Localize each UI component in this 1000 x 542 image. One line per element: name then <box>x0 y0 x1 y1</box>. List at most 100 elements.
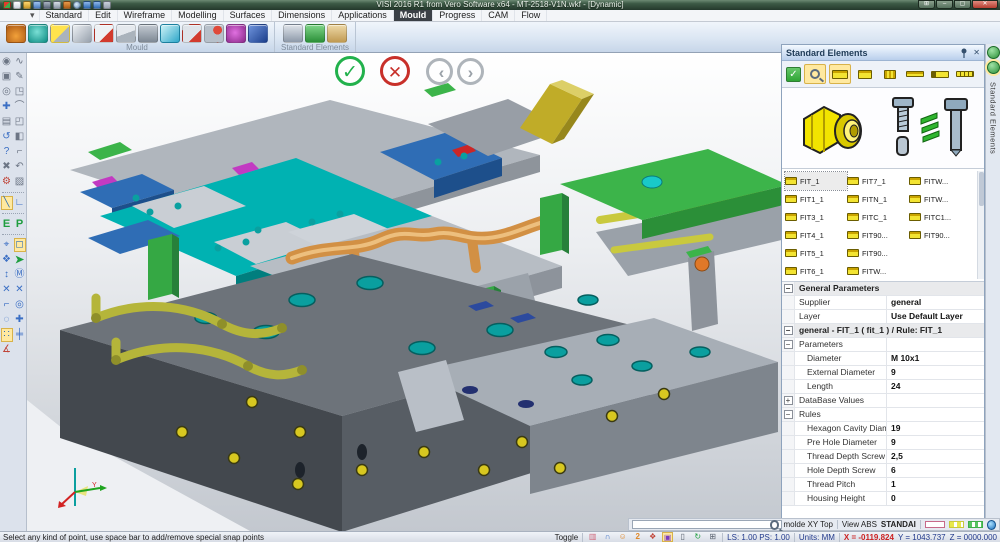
mould-cavity-icon[interactable] <box>28 24 48 43</box>
globe-icon[interactable] <box>987 520 996 530</box>
pin-tool-icon[interactable] <box>94 24 114 43</box>
property-value[interactable]: 0 <box>887 492 984 505</box>
property-row[interactable]: Thread Pitch1 <box>782 478 984 492</box>
rotate-view-icon[interactable]: ↻ <box>692 532 703 542</box>
menu-standard[interactable]: Standard <box>40 10 90 21</box>
grid-snap-icon[interactable]: ⊞ <box>707 532 718 542</box>
plot-icon[interactable] <box>63 1 71 9</box>
subsection-parameters[interactable]: −Parameters <box>782 338 984 352</box>
snap-pick-icon[interactable]: ➤ <box>14 253 26 267</box>
list-item[interactable]: FITW... <box>909 172 971 190</box>
screws-icon[interactable] <box>283 24 303 43</box>
quick-search-input[interactable] <box>632 520 782 529</box>
line-tool-icon[interactable]: ╲ <box>1 196 13 210</box>
qat-menu-icon[interactable] <box>103 1 111 9</box>
menu-wireframe[interactable]: Wireframe <box>118 10 173 21</box>
menu-applications[interactable]: Applications <box>332 10 394 21</box>
property-value[interactable]: 19 <box>887 422 984 435</box>
arc-tool-icon[interactable]: ⌒ <box>14 100 26 114</box>
snap-mode-icon[interactable]: ❖ <box>647 532 658 542</box>
property-value[interactable]: 9 <box>887 436 984 449</box>
runner-icon[interactable] <box>226 24 246 43</box>
list-item[interactable]: FIT1_1 <box>785 190 847 208</box>
hidden-line-swatch[interactable] <box>968 521 983 528</box>
property-row[interactable]: Pre Hole Diameter9 <box>782 436 984 450</box>
viewport-3d[interactable]: Y ✓ ✕ ‹ › <box>27 53 781 531</box>
screws-preview-image[interactable] <box>885 95 971 161</box>
snap-center-icon[interactable]: ◎ <box>14 298 26 312</box>
print-icon[interactable] <box>53 1 61 9</box>
bolt-pin-icon[interactable] <box>305 24 325 43</box>
section-rule[interactable]: −general - FIT_1 ( fit_1 ) / Rule: FIT_1 <box>782 324 984 338</box>
list-item[interactable]: FITC1... <box>909 208 971 226</box>
snap-angle-icon[interactable]: ∡ <box>1 343 13 357</box>
import-icon[interactable] <box>33 1 41 9</box>
refresh-icon[interactable]: ↺ <box>1 130 13 144</box>
list-item[interactable]: FIT6_1 <box>785 262 847 280</box>
snap-vertical-icon[interactable]: ↕ <box>1 268 13 282</box>
menu-modelling[interactable]: Modelling <box>172 10 224 21</box>
snap-mouse-icon[interactable]: ◻ <box>14 238 26 252</box>
property-row[interactable]: Length24 <box>782 380 984 394</box>
snap-align-icon[interactable]: ╪ <box>14 328 26 342</box>
zoom-previous-icon[interactable] <box>73 1 81 9</box>
ruler-icon[interactable]: ▯ <box>677 532 688 542</box>
property-row[interactable]: LayerUse Default Layer <box>782 310 984 324</box>
minimize-button[interactable]: – <box>936 0 953 9</box>
undo-icon[interactable] <box>83 1 91 9</box>
zoom-window-icon[interactable]: ◎ <box>1 85 13 99</box>
pin-icon[interactable] <box>960 48 968 58</box>
point-tool-icon[interactable]: P <box>14 217 26 231</box>
property-value[interactable]: M 10x1 <box>887 352 984 365</box>
fitting-plug-button[interactable] <box>929 64 951 84</box>
snap-points-icon[interactable]: ∷ <box>1 328 13 342</box>
curve-tool-icon[interactable]: ∿ <box>14 55 26 69</box>
settings-icon[interactable]: ⚙ <box>1 175 13 189</box>
user-snap-icon[interactable]: ☺ <box>617 532 628 542</box>
standard-label[interactable]: STANDAI <box>881 520 916 529</box>
apply-checkbox[interactable]: ✓ <box>786 67 801 82</box>
mould-base-icon[interactable] <box>6 24 26 43</box>
menu-dimensions[interactable]: Dimensions <box>272 10 332 21</box>
menu-cam[interactable]: CAM <box>482 10 515 21</box>
collapse-icon[interactable]: − <box>784 284 793 293</box>
snap-move-icon[interactable]: ❖ <box>1 253 13 267</box>
collapse-icon[interactable]: − <box>784 326 793 335</box>
snap-circle-icon[interactable]: ◌ <box>1 313 13 327</box>
property-row[interactable]: Housing Height0 <box>782 492 984 506</box>
list-item[interactable]: FITN_1 <box>847 190 909 208</box>
sketch-icon[interactable]: ✎ <box>14 70 26 84</box>
hand-screw-icon[interactable] <box>327 24 347 43</box>
property-row[interactable]: Hexagon Cavity Diameter19 <box>782 422 984 436</box>
list-item[interactable]: FIT4_1 <box>785 226 847 244</box>
collapse-icon[interactable]: − <box>784 410 793 419</box>
sprue-icon[interactable] <box>204 24 224 43</box>
fitting-extension-button[interactable] <box>954 64 976 84</box>
panel-close-icon[interactable]: ✕ <box>973 49 980 57</box>
section-general-parameters[interactable]: −General Parameters <box>782 282 984 296</box>
list-item[interactable]: FIT90... <box>847 244 909 262</box>
menu-progress[interactable]: Progress <box>433 10 482 21</box>
wire-box-icon[interactable] <box>160 24 180 43</box>
undo-list-icon[interactable]: ↶ <box>14 160 26 174</box>
magnet-icon[interactable]: ∩ <box>602 532 613 542</box>
fitting-ribbed-button[interactable] <box>879 64 901 84</box>
snap-cross2-icon[interactable]: ✕ <box>14 283 26 297</box>
list-item[interactable]: FIT3_1 <box>785 208 847 226</box>
ucs-axes-icon[interactable]: ✚ <box>1 100 13 114</box>
toggle-button[interactable]: Toggle <box>555 533 579 542</box>
plate-tool-icon[interactable] <box>138 24 158 43</box>
menu-edit[interactable]: Edit <box>89 10 118 21</box>
list-item[interactable]: FIT5_1 <box>785 244 847 262</box>
property-row[interactable]: Thread Depth Screw2,5 <box>782 450 984 464</box>
property-value[interactable]: 9 <box>887 366 984 379</box>
snap-corner-icon[interactable]: ⌐ <box>1 298 13 312</box>
menu-overflow-button[interactable]: ▾ <box>26 10 40 21</box>
list-item[interactable]: FITC_1 <box>847 208 909 226</box>
surface-tool-icon[interactable]: ◳ <box>14 85 26 99</box>
menu-flow[interactable]: Flow <box>515 10 547 21</box>
solid-tool-icon[interactable]: ◧ <box>14 130 26 144</box>
measure-icon[interactable]: ⌐ <box>14 145 26 159</box>
fitting-union-button[interactable] <box>854 64 876 84</box>
menu-surfaces[interactable]: Surfaces <box>224 10 273 21</box>
